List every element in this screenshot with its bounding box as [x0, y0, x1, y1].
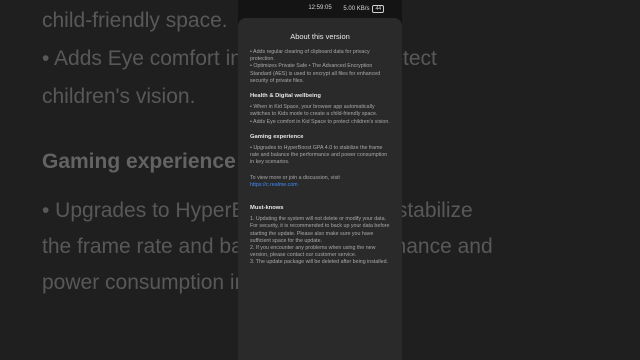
- section-title-must-knows: Must-knows: [250, 205, 284, 212]
- note-item: • Adds Eye comfort in Kid Space to prote…: [250, 118, 390, 125]
- battery-icon: 44: [372, 5, 384, 13]
- sheet-title: About this version: [290, 32, 350, 41]
- note-item: 1. Updating the system will not delete o…: [250, 216, 390, 244]
- note-item: 3. The update package will be deleted af…: [250, 259, 389, 266]
- note-item: • Upgrades to HyperBoost GPA 4.0 to stab…: [250, 145, 388, 166]
- note-item: • Adds regular clearing of clipboard dat…: [250, 49, 370, 63]
- section-title-health: Health & Digital wellbeing: [250, 93, 321, 100]
- discussion-link[interactable]: https://c.realme.com: [250, 182, 390, 189]
- about-version-sheet[interactable]: About this version • Adds regular cleari…: [238, 18, 402, 360]
- release-notes: • Adds regular clearing of clipboard dat…: [238, 49, 402, 267]
- phone-screen: 12:59:05 5.00 KB/s 44 About this version…: [238, 0, 402, 360]
- discussion-text: To view more or join a discussion, visit: [250, 174, 340, 181]
- note-item: • When in Kid Space, your browser app au…: [250, 104, 378, 118]
- note-item: • Optimizes Private Safe • The Advanced …: [250, 63, 381, 84]
- status-indicators: 5.00 KB/s 44: [343, 5, 384, 13]
- section-title-gaming: Gaming experience: [250, 133, 304, 140]
- status-bar: 12:59:05 5.00 KB/s 44: [238, 0, 402, 18]
- note-item: 2. If you encounter any problems when us…: [250, 245, 376, 259]
- network-speed: 5.00 KB/s: [343, 6, 370, 12]
